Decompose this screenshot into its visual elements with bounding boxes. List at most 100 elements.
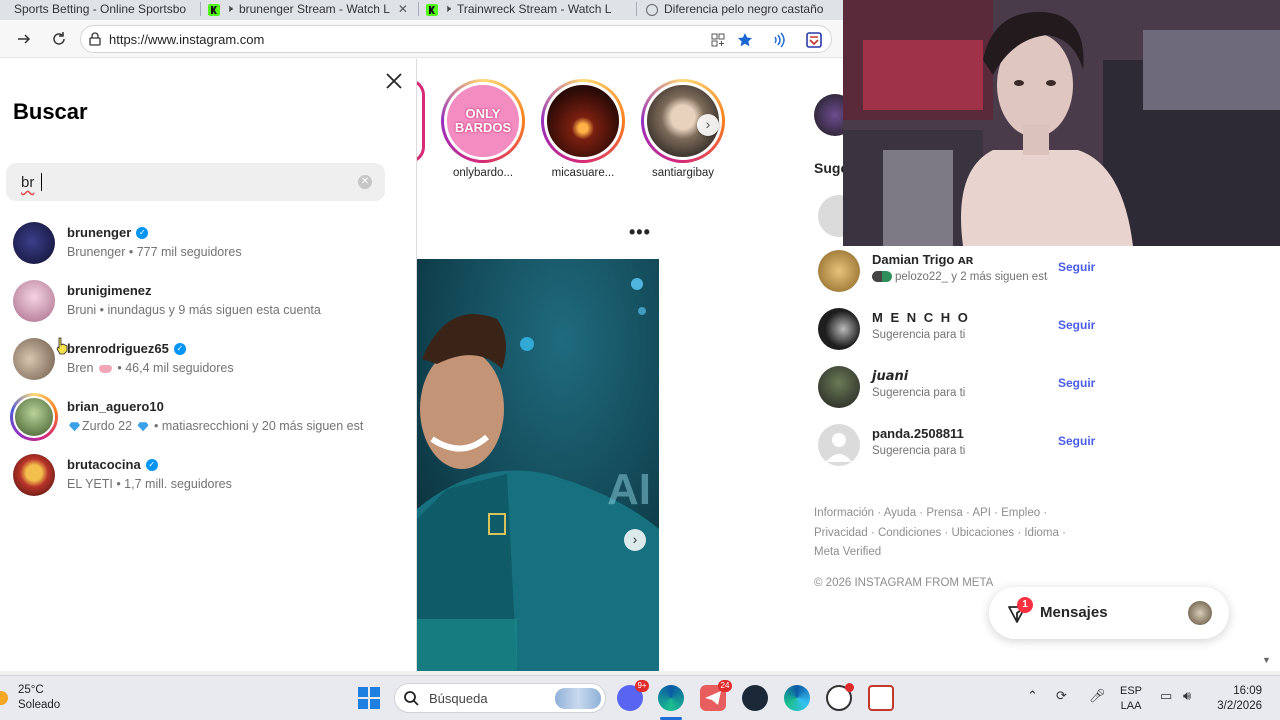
clear-search-icon[interactable]: ✕ bbox=[358, 175, 372, 189]
result-avatar-story bbox=[10, 393, 58, 441]
forward-icon[interactable] bbox=[13, 28, 35, 50]
footer-link[interactable]: Idioma bbox=[1024, 527, 1059, 539]
text-caret bbox=[41, 173, 42, 191]
message-avatar bbox=[1188, 601, 1212, 625]
tab-sports-betting[interactable]: Sports Betting - Online Sportsbo bbox=[0, 0, 196, 20]
gem-icon bbox=[69, 422, 80, 432]
muted-speaker-icon[interactable]: 🕨 bbox=[226, 3, 233, 16]
carousel-next-icon[interactable]: › bbox=[624, 529, 646, 551]
result-subtitle: Bren • 46,4 mil seguidores bbox=[67, 361, 234, 375]
search-result[interactable]: brutacocina ✓ EL YETI • 1,7 mill. seguido… bbox=[0, 454, 417, 512]
panel-title: Buscar bbox=[13, 99, 88, 124]
post-options-icon[interactable]: ••• bbox=[629, 222, 651, 243]
snipping-tool-icon[interactable] bbox=[868, 685, 894, 711]
weather-temp: 25°C bbox=[18, 684, 44, 696]
default-avatar-icon[interactable] bbox=[818, 424, 860, 466]
steam-icon[interactable] bbox=[742, 685, 768, 711]
discord-icon[interactable]: 9+ bbox=[617, 680, 649, 711]
scroll-down-arrow-icon[interactable]: ▼ bbox=[1262, 655, 1271, 665]
follow-button[interactable]: Seguir bbox=[1058, 260, 1095, 274]
messages-button[interactable]: 1 Mensajes bbox=[989, 587, 1229, 639]
suggestion-meta: pelozo22_ y 2 más siguen esta bbox=[872, 271, 1048, 283]
svg-text:AI: AI bbox=[607, 465, 651, 514]
footer-link[interactable]: Ayuda bbox=[884, 507, 916, 519]
footer-link[interactable]: Condiciones bbox=[878, 527, 941, 539]
extension-icon[interactable] bbox=[805, 31, 823, 49]
result-subtitle: Bruni • inundagus y 9 más siguen esta cu… bbox=[67, 303, 321, 317]
follow-button[interactable]: Seguir bbox=[1058, 318, 1095, 332]
suggestion-avatar[interactable] bbox=[818, 366, 860, 408]
read-aloud-icon[interactable] bbox=[771, 31, 789, 49]
result-avatar bbox=[13, 338, 55, 380]
telegram-icon[interactable]: 24 bbox=[700, 680, 732, 711]
footer-link[interactable]: Empleo bbox=[1001, 507, 1040, 519]
favorite-star-icon[interactable] bbox=[736, 31, 754, 49]
close-tab-icon[interactable]: ✕ bbox=[398, 2, 408, 16]
story-ring-partial bbox=[417, 79, 425, 163]
gem-icon bbox=[137, 422, 149, 432]
search-value[interactable]: br bbox=[21, 174, 34, 191]
volume-icon[interactable]: 🔊︎ bbox=[1183, 688, 1191, 704]
browser-tab-strip: Sports Betting - Online Sportsbo 🕨 brune… bbox=[0, 0, 843, 20]
result-subtitle: Zurdo 22 • matiasrecchioni y 20 más sigu… bbox=[67, 419, 389, 433]
suggestion-name[interactable]: M E N C H O bbox=[872, 310, 970, 325]
clock-app-icon[interactable] bbox=[826, 683, 854, 711]
story-item[interactable]: ONLY BARDOS onlybardo... bbox=[441, 79, 525, 179]
tab-trainwreck-stream[interactable]: 🕨 Trainwreck Stream - Watch L bbox=[426, 0, 631, 20]
tray-overflow-icon[interactable]: ⌃ bbox=[1027, 688, 1038, 704]
kick-icon bbox=[208, 4, 220, 16]
system-clock[interactable]: 16:09 3/2/2026 bbox=[1210, 684, 1262, 714]
search-panel: Buscar br ✕ brunenger ✓ Brunenger • 777 m… bbox=[0, 59, 417, 671]
follow-button[interactable]: Seguir bbox=[1058, 376, 1095, 390]
story-label: santiargibay bbox=[651, 167, 714, 179]
edge-icon[interactable] bbox=[658, 685, 684, 711]
suggestion-meta: Sugerencia para ti bbox=[872, 445, 966, 457]
microphone-icon[interactable]: 🎤︎ bbox=[1089, 688, 1106, 704]
suggestion-meta: Sugerencia para ti bbox=[872, 329, 966, 341]
footer-link[interactable]: Prensa bbox=[926, 507, 962, 519]
stories-next-icon[interactable]: › bbox=[697, 114, 719, 136]
address-bar[interactable]: https://www.instagram.com bbox=[80, 25, 832, 53]
lock-icon[interactable] bbox=[89, 32, 101, 46]
footer-link[interactable]: API bbox=[972, 507, 991, 519]
search-result[interactable]: brunenger ✓ Brunenger • 777 mil seguidore… bbox=[0, 222, 417, 280]
tab-title: brunenger Stream - Watch L bbox=[238, 2, 390, 16]
sync-icon[interactable]: ⟳ bbox=[1056, 688, 1067, 704]
follow-button[interactable]: Seguir bbox=[1058, 434, 1095, 448]
browser-toolbar: https://www.instagram.com bbox=[0, 20, 843, 58]
suggestion-item: Damian Trigo ᴀʀ pelozo22_ y 2 más siguen… bbox=[818, 250, 1118, 294]
story-item[interactable]: micasuare... bbox=[541, 79, 625, 179]
suggestion-name[interactable]: 𝙟𝙪𝙖𝙣𝙞 bbox=[872, 368, 908, 384]
search-result[interactable]: brunigimenez Bruni • inundagus y 9 más s… bbox=[0, 280, 417, 338]
hand-cursor-icon bbox=[56, 337, 68, 355]
footer-link[interactable]: Privacidad bbox=[814, 527, 868, 539]
suggestion-meta: Sugerencia para ti bbox=[872, 387, 966, 399]
refresh-icon[interactable] bbox=[48, 28, 70, 50]
footer-link[interactable]: Información bbox=[814, 507, 874, 519]
muted-speaker-icon[interactable]: 🕨 bbox=[444, 3, 451, 16]
search-input[interactable]: br ✕ bbox=[6, 163, 385, 201]
footer-link[interactable]: Ubicaciones bbox=[951, 527, 1014, 539]
search-result[interactable]: brian_aguero10 Zurdo 22 • matiasrecchion… bbox=[0, 393, 417, 454]
result-username: brenrodriguez65 ✓ bbox=[67, 341, 186, 356]
search-icon bbox=[404, 691, 419, 706]
footer-link[interactable]: Meta Verified bbox=[814, 546, 881, 558]
network-icon[interactable]: ▭ bbox=[1160, 688, 1172, 704]
tab-diferencia-pelo[interactable]: Diferencia pelo negro castaño bbox=[646, 0, 843, 20]
suggestion-name[interactable]: panda.2508811 bbox=[872, 426, 964, 441]
suggestion-avatar[interactable] bbox=[818, 250, 860, 292]
windows-taskbar: 25°C Soleado Búsqueda 9+ 24 ⌃ ⟳ 🎤︎ ESP LA… bbox=[0, 675, 1280, 720]
language-indicator[interactable]: ESP LAA bbox=[1120, 684, 1142, 714]
url-text[interactable]: https://www.instagram.com bbox=[109, 32, 264, 47]
result-username: brunigimenez bbox=[67, 283, 152, 298]
edge-dev-icon[interactable] bbox=[784, 685, 810, 711]
post-image[interactable]: AI › bbox=[417, 259, 659, 671]
taskbar-search[interactable]: Búsqueda bbox=[394, 683, 606, 713]
tab-brunenger-stream[interactable]: 🕨 brunenger Stream - Watch L ✕ bbox=[208, 0, 413, 20]
suggestion-name[interactable]: Damian Trigo ᴀʀ bbox=[872, 252, 973, 267]
suggestion-avatar[interactable] bbox=[818, 308, 860, 350]
windows-start-icon[interactable] bbox=[358, 687, 380, 709]
globe-icon bbox=[646, 4, 658, 16]
close-icon[interactable] bbox=[384, 71, 404, 91]
app-available-icon[interactable] bbox=[709, 31, 727, 49]
